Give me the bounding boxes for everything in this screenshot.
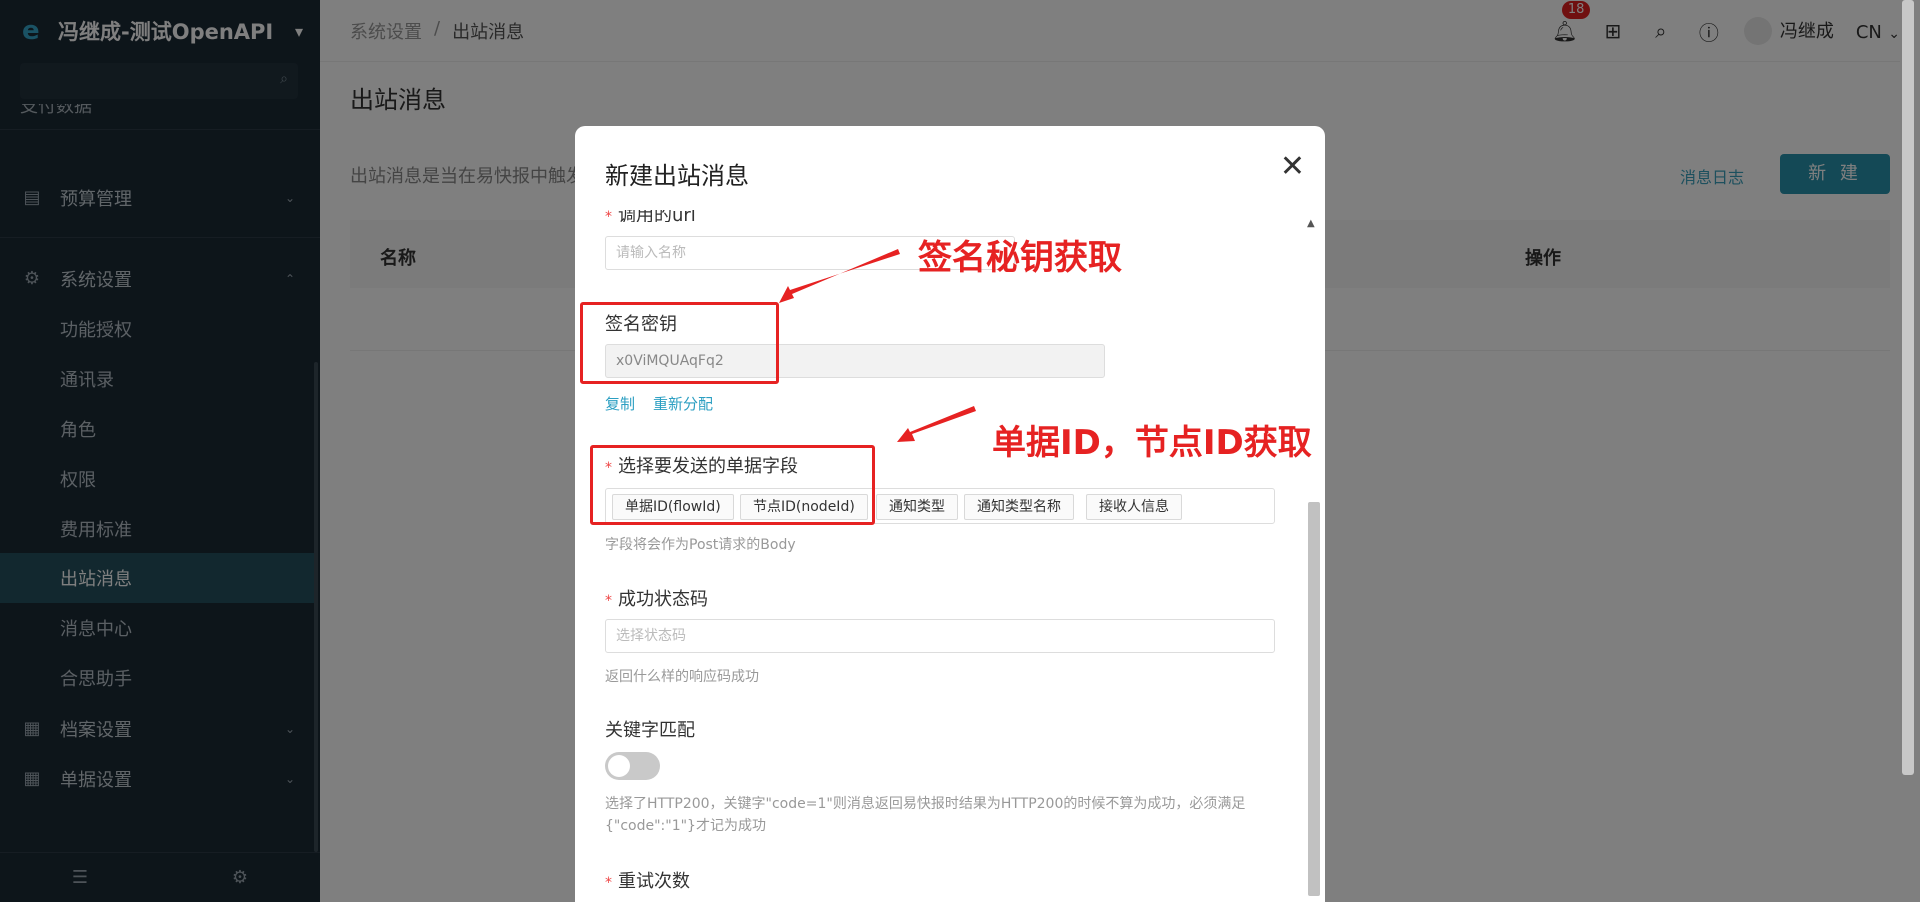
keyword-label: 关键字匹配	[605, 720, 695, 741]
keyword-hint-2: {"code":"1"}才记为成功	[605, 818, 766, 834]
page-scrollbar[interactable]	[1902, 0, 1914, 775]
close-icon[interactable]: ✕	[1280, 152, 1305, 182]
keyword-hint: 选择了HTTP200，关键字"code=1"则消息返回易快报时结果为HTTP20…	[605, 796, 1246, 812]
status-code-label: * 成功状态码	[605, 589, 708, 610]
status-code-hint: 返回什么样的响应码成功	[605, 669, 759, 685]
modal-scrollbar-thumb[interactable]	[1308, 502, 1320, 896]
annotation-box-ids	[590, 445, 875, 525]
annotation-text-ids: 单据ID，节点ID获取	[992, 423, 1312, 463]
keyword-toggle[interactable]	[605, 752, 660, 780]
retry-label: * 重试次数	[605, 871, 690, 892]
scroll-up-arrow-icon[interactable]: ▲	[1307, 218, 1315, 229]
url-label: * 调用的url	[605, 210, 696, 222]
reassign-link[interactable]: 重新分配	[653, 393, 713, 414]
annotation-text-secret: 签名秘钥获取	[918, 238, 1122, 278]
annotation-box-secret	[580, 302, 779, 384]
toggle-knob	[608, 755, 630, 777]
tag-notify-type-name[interactable]: 通知类型名称	[964, 494, 1074, 520]
status-code-select[interactable]: 选择状态码	[605, 619, 1275, 653]
fields-hint: 字段将会作为Post请求的Body	[605, 537, 796, 553]
tag-receiver-info[interactable]: 接收人信息	[1086, 494, 1182, 520]
tag-notify-type[interactable]: 通知类型	[876, 494, 958, 520]
modal-title: 新建出站消息	[605, 162, 749, 190]
copy-link[interactable]: 复制	[605, 393, 635, 414]
